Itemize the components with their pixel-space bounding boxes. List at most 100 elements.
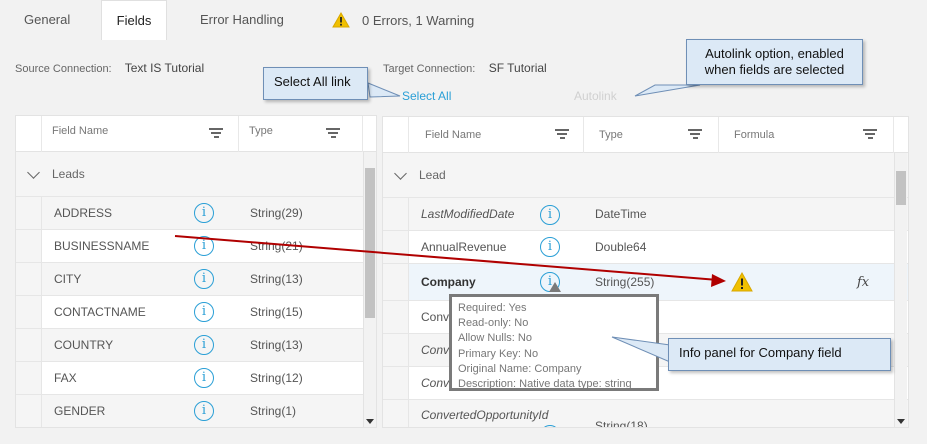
warning-icon[interactable] xyxy=(731,272,753,292)
field-name: Conv xyxy=(421,343,450,357)
field-name: CITY xyxy=(54,272,82,286)
tooltip-line-description: Description: Native data type: string xyxy=(458,378,632,391)
table-row[interactable]: ConvertedOpportunityId i String(18) xyxy=(383,400,908,428)
info-icon[interactable]: i xyxy=(194,269,214,289)
callout-text: when fields are selected xyxy=(704,62,845,77)
callout-text: Select All link xyxy=(274,74,351,89)
formula-fx-icon[interactable]: fx xyxy=(857,264,869,301)
table-row[interactable]: FAX i String(12) xyxy=(16,362,376,395)
tooltip-line-original-name: Original Name: Company xyxy=(458,362,582,375)
callout-select-all: Select All link xyxy=(263,67,368,100)
column-header-label: Formula xyxy=(734,129,775,141)
info-icon[interactable]: i xyxy=(194,335,214,355)
info-icon[interactable]: i xyxy=(194,302,214,322)
autolink-link[interactable]: Autolink xyxy=(574,89,617,103)
header-gutter xyxy=(16,116,42,152)
field-name: BUSINESSNAME xyxy=(54,239,150,253)
filter-icon[interactable] xyxy=(555,129,569,140)
source-connection: Source Connection: Text IS Tutorial xyxy=(15,61,204,75)
callout-text: Info panel for Company field xyxy=(679,345,842,360)
field-type: Double64 xyxy=(595,240,647,254)
source-connection-value: Text IS Tutorial xyxy=(124,61,205,75)
source-connection-label: Source Connection: xyxy=(15,63,112,75)
validation-summary-text: 0 Errors, 1 Warning xyxy=(362,12,475,28)
column-header-label: Type xyxy=(249,125,273,137)
group-row-leads[interactable]: Leads xyxy=(16,152,376,197)
header-gutter xyxy=(383,117,409,153)
filter-icon[interactable] xyxy=(326,128,340,139)
scroll-down-icon[interactable] xyxy=(897,419,905,424)
group-label: Lead xyxy=(419,168,446,182)
column-header-field-name[interactable]: Field Name xyxy=(409,117,584,153)
field-name: FAX xyxy=(54,371,77,385)
tooltip-caret xyxy=(549,282,561,292)
target-connection-value: SF Tutorial xyxy=(488,61,547,75)
field-name: AnnualRevenue xyxy=(421,240,507,254)
field-name: ADDRESS xyxy=(54,206,113,220)
table-row[interactable]: AnnualRevenue i Double64 xyxy=(383,231,908,264)
field-type: String(21) xyxy=(250,239,303,253)
field-type: String(29) xyxy=(250,206,303,220)
info-icon[interactable]: i xyxy=(194,368,214,388)
filter-icon[interactable] xyxy=(863,129,877,140)
target-connection-label: Target Connection: xyxy=(383,63,476,75)
info-icon[interactable]: i xyxy=(194,236,214,256)
tab-error-handling[interactable]: Error Handling xyxy=(200,0,284,40)
field-type: String(1) xyxy=(250,404,297,418)
field-info-tooltip: Required: Yes Read-only: No Allow Nulls:… xyxy=(449,294,659,391)
filter-icon[interactable] xyxy=(209,128,223,139)
tab-bar: General Fields Error Handling 0 Errors, … xyxy=(0,0,927,41)
validation-summary[interactable]: 0 Errors, 1 Warning xyxy=(332,12,474,28)
grid-header: Field Name Type xyxy=(16,116,376,152)
table-row[interactable]: ADDRESS i String(29) xyxy=(16,197,376,230)
target-connection: Target Connection: SF Tutorial xyxy=(383,61,547,75)
table-row[interactable]: BUSINESSNAME i String(21) xyxy=(16,230,376,263)
column-header-label: Field Name xyxy=(425,129,482,141)
field-name: ConvertedOpportunityId xyxy=(421,408,549,422)
scroll-down-icon[interactable] xyxy=(366,419,374,424)
vertical-scrollbar[interactable] xyxy=(894,153,907,427)
vertical-scrollbar[interactable] xyxy=(363,152,376,427)
tab-general[interactable]: General xyxy=(0,0,101,40)
tooltip-line-required: Required: Yes xyxy=(458,302,527,314)
callout-info-panel: Info panel for Company field xyxy=(668,338,891,371)
field-name: GENDER xyxy=(54,404,106,418)
filter-icon[interactable] xyxy=(688,129,702,140)
column-header-type[interactable]: Type xyxy=(584,117,719,153)
column-header-type[interactable]: Type xyxy=(239,116,363,152)
tooltip-line-readonly: Read-only: No xyxy=(458,317,529,330)
info-icon[interactable]: i xyxy=(194,203,214,223)
group-row-lead[interactable]: Lead xyxy=(383,153,908,198)
scrollbar-thumb[interactable] xyxy=(896,171,906,205)
chevron-down-icon xyxy=(394,166,407,180)
column-header-field-name[interactable]: Field Name xyxy=(42,116,239,152)
callout-autolink: Autolink option, enabled when fields are… xyxy=(686,39,863,85)
field-type: String(12) xyxy=(250,371,303,385)
table-row[interactable]: CITY i String(13) xyxy=(16,263,376,296)
info-icon[interactable]: i xyxy=(540,205,560,225)
field-type: String(18) xyxy=(595,419,648,428)
table-row[interactable]: LastModifiedDate i DateTime xyxy=(383,198,908,231)
table-row[interactable]: GENDER i String(1) xyxy=(16,395,376,427)
callout-text: Autolink option, enabled xyxy=(705,46,844,61)
info-icon[interactable]: i xyxy=(540,237,560,257)
tab-fields[interactable]: Fields xyxy=(101,0,167,41)
column-header-label: Field Name xyxy=(52,125,109,137)
grid-header: Field Name Type Formula xyxy=(383,117,908,153)
scrollbar-thumb[interactable] xyxy=(365,168,375,318)
table-row[interactable]: COUNTRY i String(13) xyxy=(16,329,376,362)
field-name: LastModifiedDate xyxy=(421,207,515,221)
column-header-formula[interactable]: Formula xyxy=(719,117,894,153)
field-name: CONTACTNAME xyxy=(54,305,146,319)
chevron-down-icon xyxy=(27,165,40,179)
warning-icon xyxy=(332,12,350,28)
column-header-label: Type xyxy=(599,129,623,141)
field-type: DateTime xyxy=(595,207,647,221)
select-all-link[interactable]: Select All xyxy=(402,89,451,103)
table-row[interactable]: CONTACTNAME i String(15) xyxy=(16,296,376,329)
info-icon[interactable]: i xyxy=(194,401,214,421)
tooltip-line-primary-key: Primary Key: No xyxy=(458,347,539,360)
field-name: COUNTRY xyxy=(54,338,114,352)
field-type: String(15) xyxy=(250,305,303,319)
group-label: Leads xyxy=(52,167,85,181)
